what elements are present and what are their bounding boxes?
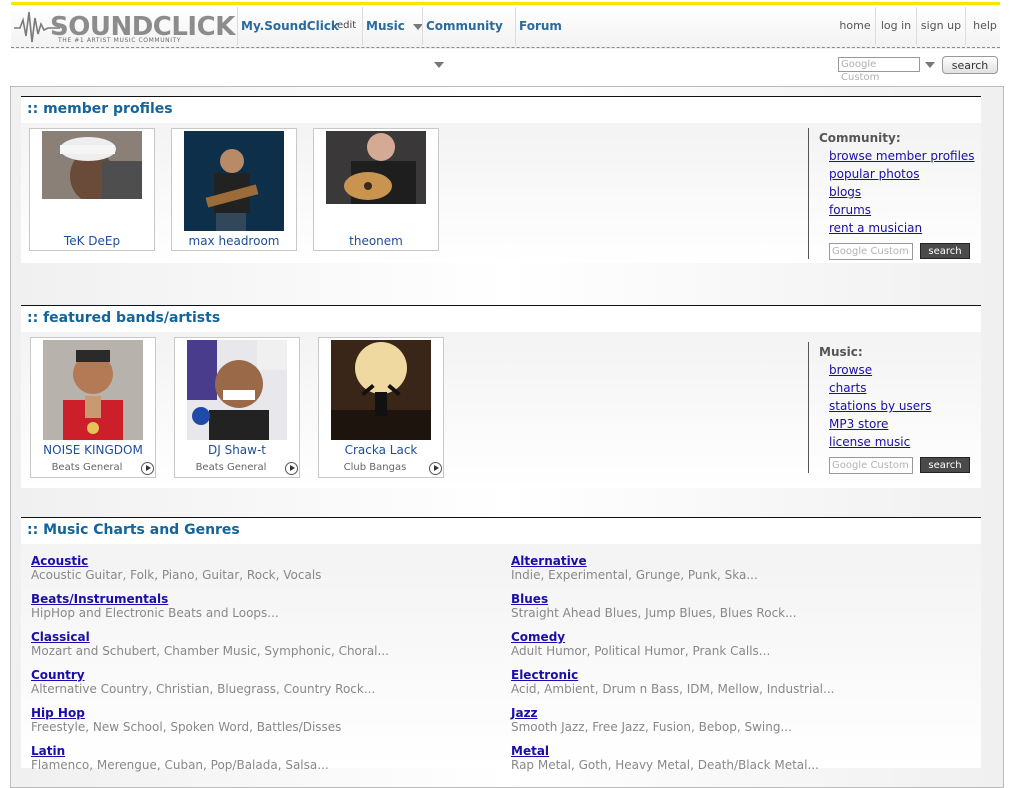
artist-photo[interactable] [43,340,143,440]
genre-link[interactable]: Acoustic [31,554,88,568]
genre-subgenres: Freestyle, New School, Spoken Word, Batt… [31,720,342,734]
artist-card[interactable]: Cracka Lack Club Bangas [318,337,444,478]
blogs-link[interactable]: blogs [829,185,861,199]
logo-tagline: THE #1 ARTIST MUSIC COMMUNITY [58,37,182,44]
community-search-button[interactable]: search [920,243,970,259]
help-link[interactable]: help [965,7,1004,45]
nav-forum[interactable]: Forum [515,7,569,45]
nav-music-label: Music [366,19,405,33]
nav-edit[interactable]: edit [334,7,361,45]
music-sidebar-title: Music: [819,345,863,359]
featured-artists-section: :: featured bands/artists NOISE KINGDOM … [21,305,981,489]
genre-link[interactable]: Alternative [511,554,587,568]
member-photo[interactable] [42,131,142,199]
genre-link[interactable]: Country [31,668,85,682]
nav-music[interactable]: Music [362,7,424,45]
genre-link[interactable]: Comedy [511,630,565,644]
member-name[interactable]: max headroom [172,234,296,248]
artist-genre: Beats General [51,462,123,473]
member-card[interactable]: theonem [313,128,439,251]
artist-name[interactable]: Cracka Lack [319,443,443,457]
genre-subgenres: Rap Metal, Goth, Heavy Metal, Death/Blac… [511,758,819,772]
genre-subgenres: Adult Humor, Political Humor, Prank Call… [511,644,771,658]
forums-link[interactable]: forums [829,203,871,217]
header-search-button[interactable]: search [942,56,998,74]
section-header: :: member profiles [21,96,981,124]
play-icon[interactable] [141,462,154,475]
home-link[interactable]: home [836,7,874,45]
member-profiles-title: :: member profiles [27,101,173,117]
browse-link[interactable]: browse [829,363,872,377]
genre-subgenres: Mozart and Schubert, Chamber Music, Symp… [31,644,389,658]
music-search-button[interactable]: search [920,457,970,473]
charts-genres-body: Acoustic Acoustic Guitar, Folk, Piano, Gu… [21,544,981,772]
signup-link[interactable]: sign up [916,7,965,45]
music-sidebar: Music: browse charts stations by users M… [808,342,981,474]
member-name[interactable]: TeK DeEp [30,234,154,248]
charts-genres-section: :: Music Charts and Genres Acoustic Acous… [21,517,981,772]
member-card[interactable]: max headroom [171,128,297,251]
community-sidebar: Community: browse member profiles popula… [808,128,981,260]
chevron-down-icon [434,61,444,68]
featured-artists-body: NOISE KINGDOM Beats General DJ Shaw-t Be… [21,332,981,488]
header-divider [11,47,1000,48]
genre-subgenres: Alternative Country, Christian, Bluegras… [31,682,376,696]
genre-subgenres: Straight Ahead Blues, Jump Blues, Blues … [511,606,797,620]
member-photo[interactable] [326,131,426,204]
login-link[interactable]: log in [875,7,916,45]
section-header: :: featured bands/artists [21,305,981,333]
artist-card[interactable]: NOISE KINGDOM Beats General [30,337,156,478]
genre-subgenres: HipHop and Electronic Beats and Loops... [31,606,279,620]
nav-community[interactable]: Community [422,7,516,68]
nav-mysoundclick[interactable]: My.SoundClick [237,7,339,45]
genre-subgenres: Acid, Ambient, Drum n Bass, IDM, Mellow,… [511,682,835,696]
header-search-input[interactable]: Google Custom [838,57,920,83]
genre-link[interactable]: Electronic [511,668,578,682]
nav-community-label: Community [426,19,503,33]
genre-link[interactable]: Metal [511,744,549,758]
artist-genre: Beats General [195,462,267,473]
mp3-store-link[interactable]: MP3 store [829,417,888,431]
music-search-input[interactable]: Google Custom [829,457,913,474]
member-profiles-body: TeK DeEp max headroom theonem Community:… [21,123,981,263]
member-profiles-section: :: member profiles TeK DeEp max headroom… [21,96,981,264]
member-card[interactable]: TeK DeEp [29,128,155,251]
community-sidebar-title: Community: [819,131,901,145]
artist-photo[interactable] [331,340,431,440]
genre-subgenres: Smooth Jazz, Free Jazz, Fusion, Bebop, S… [511,720,792,734]
play-icon[interactable] [285,462,298,475]
rent-a-musician-link[interactable]: rent a musician [829,221,922,235]
genre-link[interactable]: Beats/Instrumentals [31,592,168,606]
member-photo[interactable] [184,131,284,231]
member-name[interactable]: theonem [314,234,438,248]
artist-name[interactable]: DJ Shaw-t [175,443,299,457]
section-header: :: Music Charts and Genres [21,517,981,545]
genre-link[interactable]: Jazz [511,706,538,720]
genre-subgenres: Acoustic Guitar, Folk, Piano, Guitar, Ro… [31,568,322,582]
artist-photo[interactable] [187,340,287,440]
genre-subgenres: Flamenco, Merengue, Cuban, Pop/Balada, S… [31,758,329,772]
browse-member-profiles-link[interactable]: browse member profiles [829,149,975,163]
genre-subgenres: Indie, Experimental, Grunge, Punk, Ska..… [511,568,758,582]
play-icon[interactable] [429,462,442,475]
stations-by-users-link[interactable]: stations by users [829,399,931,413]
license-music-link[interactable]: license music [829,435,910,449]
genre-link[interactable]: Hip Hop [31,706,85,720]
soundclick-logo[interactable]: SOUNDCLICK THE #1 ARTIST MUSIC COMMUNITY [14,6,235,46]
charts-link[interactable]: charts [829,381,866,395]
artist-genre: Club Bangas [343,462,407,473]
genre-link[interactable]: Blues [511,592,548,606]
search-scope-dropdown-icon[interactable] [925,62,935,68]
artist-card[interactable]: DJ Shaw-t Beats General [174,337,300,478]
popular-photos-link[interactable]: popular photos [829,167,919,181]
genre-link[interactable]: Latin [31,744,65,758]
artist-name[interactable]: NOISE KINGDOM [31,443,155,457]
genre-link[interactable]: Classical [31,630,90,644]
charts-genres-title: :: Music Charts and Genres [27,522,240,538]
community-search-input[interactable]: Google Custom [829,243,913,260]
featured-artists-title: :: featured bands/artists [27,310,221,326]
